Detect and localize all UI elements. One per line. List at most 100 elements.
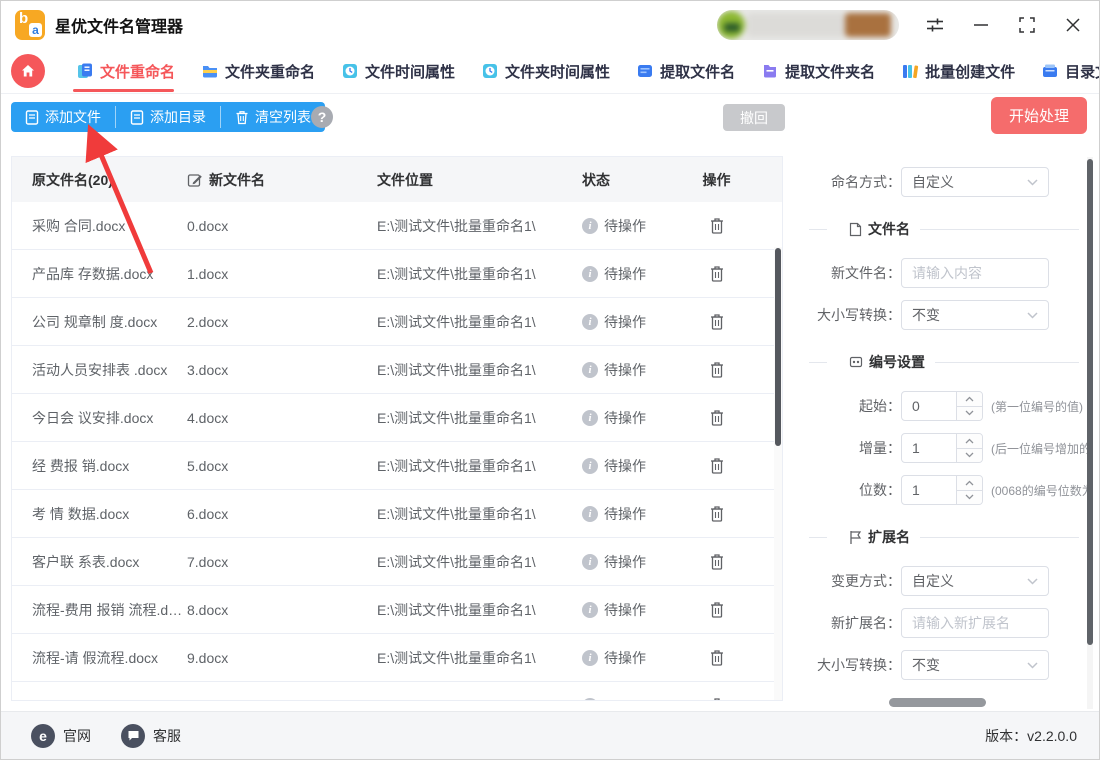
undo-button[interactable]: 撤回: [723, 104, 785, 131]
table-row: 客户联 系表.docx 7.docx E:\测试文件\批量重命名1\ i待操作: [12, 538, 782, 586]
numbering-section-divider: 编号设置: [801, 352, 1087, 372]
info-icon: i: [582, 362, 598, 378]
help-button[interactable]: ?: [311, 106, 333, 128]
info-icon: i: [582, 506, 598, 522]
header-location: 文件位置: [377, 170, 567, 190]
delete-row-icon[interactable]: [709, 505, 725, 523]
customer-support-link[interactable]: 客服: [121, 724, 181, 748]
delete-row-icon[interactable]: [709, 601, 725, 619]
naming-mode-select[interactable]: 自定义: [901, 167, 1049, 197]
clear-list-button[interactable]: 清空列表: [221, 102, 325, 132]
delete-row-icon[interactable]: [709, 457, 725, 475]
tab-file-time[interactable]: 文件时间属性: [328, 49, 468, 93]
merge-extract-icon: [1041, 62, 1059, 80]
info-icon: i: [582, 554, 598, 570]
naming-mode-row: 命名方式： 自定义: [801, 167, 1087, 197]
extension-case-row: 大小写转换： 不变: [801, 650, 1087, 680]
toolbar: 添加文件 添加目录 清空列表 ? 撤回 开始处理: [1, 93, 1099, 141]
maximize-button[interactable]: [1017, 15, 1037, 35]
filename-case-row: 大小写转换： 不变: [801, 300, 1087, 330]
info-icon: i: [582, 602, 598, 618]
file-icon: [130, 110, 144, 125]
delete-row-icon[interactable]: [709, 217, 725, 235]
tab-batch-create[interactable]: 批量创建文件: [888, 49, 1028, 93]
increment-stepper[interactable]: 1: [901, 433, 983, 463]
filename-case-select[interactable]: 不变: [901, 300, 1049, 330]
add-directory-button[interactable]: 添加目录: [116, 102, 220, 132]
table-row: 活动人员安排表 .docx 3.docx E:\测试文件\批量重命名1\ i待操…: [12, 346, 782, 394]
file-rename-icon: [76, 62, 94, 80]
new-extension-input[interactable]: [901, 608, 1049, 638]
table-row: 采购 合同.docx 0.docx E:\测试文件\批量重命名1\ i待操作: [12, 202, 782, 250]
chevron-down-icon: [1027, 312, 1038, 319]
close-button[interactable]: [1063, 15, 1083, 35]
folder-rename-icon: [201, 62, 219, 80]
delete-row-icon[interactable]: [709, 313, 725, 331]
table-row: 经 费报 销.docx 5.docx E:\测试文件\批量重命名1\ i待操作: [12, 442, 782, 490]
increment-row: 增量： 1 (后一位编号增加的值): [801, 433, 1087, 463]
delete-row-icon[interactable]: [709, 553, 725, 571]
tab-folder-time[interactable]: 文件夹时间属性: [468, 49, 623, 93]
avatar: [717, 11, 745, 39]
chevron-down-icon: [1027, 662, 1038, 669]
table-header: 原文件名(20) 新文件名 文件位置 状态 操作: [12, 157, 782, 202]
start-number-stepper[interactable]: 0: [901, 391, 983, 421]
delete-row-icon[interactable]: [709, 409, 725, 427]
change-mode-select[interactable]: 自定义: [901, 566, 1049, 596]
trash-icon: [235, 110, 249, 125]
tab-folder-rename[interactable]: 文件夹重命名: [188, 49, 328, 93]
info-icon: i: [582, 698, 598, 701]
header-action: 操作: [677, 170, 782, 190]
settings-sliders-icon[interactable]: [925, 15, 945, 35]
official-website-link[interactable]: e 官网: [31, 724, 91, 748]
step-down-icon[interactable]: [957, 491, 982, 505]
chevron-down-icon: [1027, 578, 1038, 585]
extract-filename-icon: [636, 62, 654, 80]
toolbar-button-group: 添加文件 添加目录 清空列表: [11, 102, 325, 132]
settings-panel: 命名方式： 自定义 文件名 新文件名： 大小写转换： 不变: [801, 156, 1087, 712]
table-row: 产品库 存数据.docx 1.docx E:\测试文件\批量重命名1\ i待操作: [12, 250, 782, 298]
flag-icon: [849, 530, 862, 545]
titlebar-right: [717, 1, 1083, 49]
file-time-icon: [341, 62, 359, 80]
step-down-icon[interactable]: [957, 449, 982, 463]
step-down-icon[interactable]: [957, 407, 982, 421]
delete-row-icon[interactable]: [709, 265, 725, 283]
folder-time-icon: [481, 62, 499, 80]
info-icon: i: [582, 218, 598, 234]
extension-case-select[interactable]: 不变: [901, 650, 1049, 680]
delete-row-icon[interactable]: [709, 649, 725, 667]
home-button[interactable]: [11, 54, 45, 88]
version-label: 版本：v2.2.0.0: [985, 726, 1077, 746]
table-scrollbar[interactable]: [774, 247, 782, 700]
header-new: 新文件名: [187, 170, 377, 190]
chevron-down-icon: [1027, 179, 1038, 186]
delete-row-icon[interactable]: [709, 361, 725, 379]
step-up-icon[interactable]: [957, 392, 982, 407]
start-process-button[interactable]: 开始处理: [991, 97, 1087, 134]
change-mode-row: 变更方式： 自定义: [801, 566, 1087, 596]
user-account[interactable]: [717, 10, 899, 40]
add-file-button[interactable]: 添加文件: [11, 102, 115, 132]
table-row: 流程-请 假流程.docx 9.docx E:\测试文件\批量重命名1\ i待操…: [12, 634, 782, 682]
app-window: b a 星优文件名管理器: [0, 0, 1100, 760]
panel-scrollbar-thumb[interactable]: [1087, 159, 1093, 645]
panel-scrollbar[interactable]: [1087, 157, 1093, 709]
table-body: 采购 合同.docx 0.docx E:\测试文件\批量重命名1\ i待操作 产…: [12, 202, 782, 700]
minimize-button[interactable]: [971, 15, 991, 35]
tab-merge-extract[interactable]: 目录文件合并/提取: [1028, 49, 1100, 93]
digits-stepper[interactable]: 1: [901, 475, 983, 505]
info-icon: i: [582, 650, 598, 666]
table-row: 今日会 议安排.docx 4.docx E:\测试文件\批量重命名1\ i待操作: [12, 394, 782, 442]
panel-horizontal-scrollbar[interactable]: [889, 698, 986, 707]
new-filename-input[interactable]: [901, 258, 1049, 288]
delete-row-icon[interactable]: [709, 697, 725, 701]
digits-row: 位数： 1 (0068的编号位数为4): [801, 475, 1087, 505]
step-up-icon[interactable]: [957, 434, 982, 449]
tab-file-rename[interactable]: 文件重命名: [63, 49, 188, 93]
step-up-icon[interactable]: [957, 476, 982, 491]
tab-extract-filename[interactable]: 提取文件名: [623, 49, 748, 93]
tab-extract-foldername[interactable]: 提取文件夹名: [748, 49, 888, 93]
table-row: 考 情 数据.docx 6.docx E:\测试文件\批量重命名1\ i待操作: [12, 490, 782, 538]
table-scrollbar-thumb[interactable]: [775, 248, 781, 446]
